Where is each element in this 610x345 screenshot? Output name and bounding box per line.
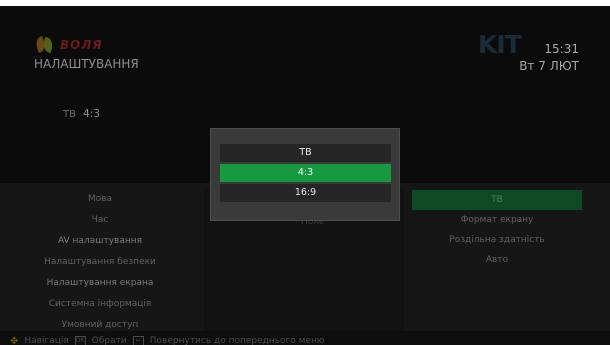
clock: 15:31 Вт 7 ЛЮТ [519,42,579,73]
submenu-item-screen-format[interactable]: Формат екрану [412,210,582,230]
popup-option-16-9[interactable]: 16:9 [220,184,391,202]
menu-item-screen-settings[interactable]: Налаштування екрана [0,273,200,293]
preview-value: 4:3 [83,108,100,120]
navigation-arrows-icon: ✥ [10,335,19,345]
back-key-icon: ↩ [132,336,144,345]
menu-item-av-settings[interactable]: AV налаштування [0,231,200,251]
logo-text: ВОЛЯ [60,38,103,52]
popup-option-tv[interactable]: ТВ [220,144,391,162]
ok-key-icon: OK [74,336,86,345]
popup-option-4-3[interactable]: 4:3 [220,164,391,182]
preview-label: ТВ [63,109,76,120]
submenu-item-tv[interactable]: ТВ [412,190,582,210]
av-settings-submenu: ТВ Формат екрану Роздільна здатність Авт… [412,190,582,270]
settings-menu: Мова Час AV налаштування Налаштування бе… [0,189,200,336]
tv-settings-screen: ВОЛЯ НАЛАШТУВАННЯ ТВ 4:3 KIT 15:31 Вт 7 … [0,6,610,345]
popup-options-list: ТВ 4:3 16:9 [220,144,391,204]
hint-bar: ✥ Навігація OK Обрати ↩ Повернутись до п… [0,331,610,345]
submenu-item-auto[interactable]: Авто [412,250,582,270]
hint-navigation: Навігація [24,336,69,345]
aspect-ratio-popup: ТВ 4:3 16:9 [210,128,400,221]
page-title: НАЛАШТУВАННЯ [34,57,139,71]
clock-date: Вт 7 ЛЮТ [519,59,579,73]
clock-time: 15:31 [544,42,579,56]
hint-back: Повернутись до попереднього меню [149,336,325,345]
menu-item-language[interactable]: Мова [0,189,200,209]
provider-logo: ВОЛЯ [33,35,103,54]
submenu-item-resolution[interactable]: Роздільна здатність [412,230,582,250]
leaf-icon [33,35,56,54]
menu-item-time[interactable]: Час [0,210,200,230]
hint-select: Обрати [91,336,127,345]
menu-item-security-settings[interactable]: Налаштування безпеки [0,252,200,272]
menu-item-system-info[interactable]: Системна інформація [0,294,200,314]
